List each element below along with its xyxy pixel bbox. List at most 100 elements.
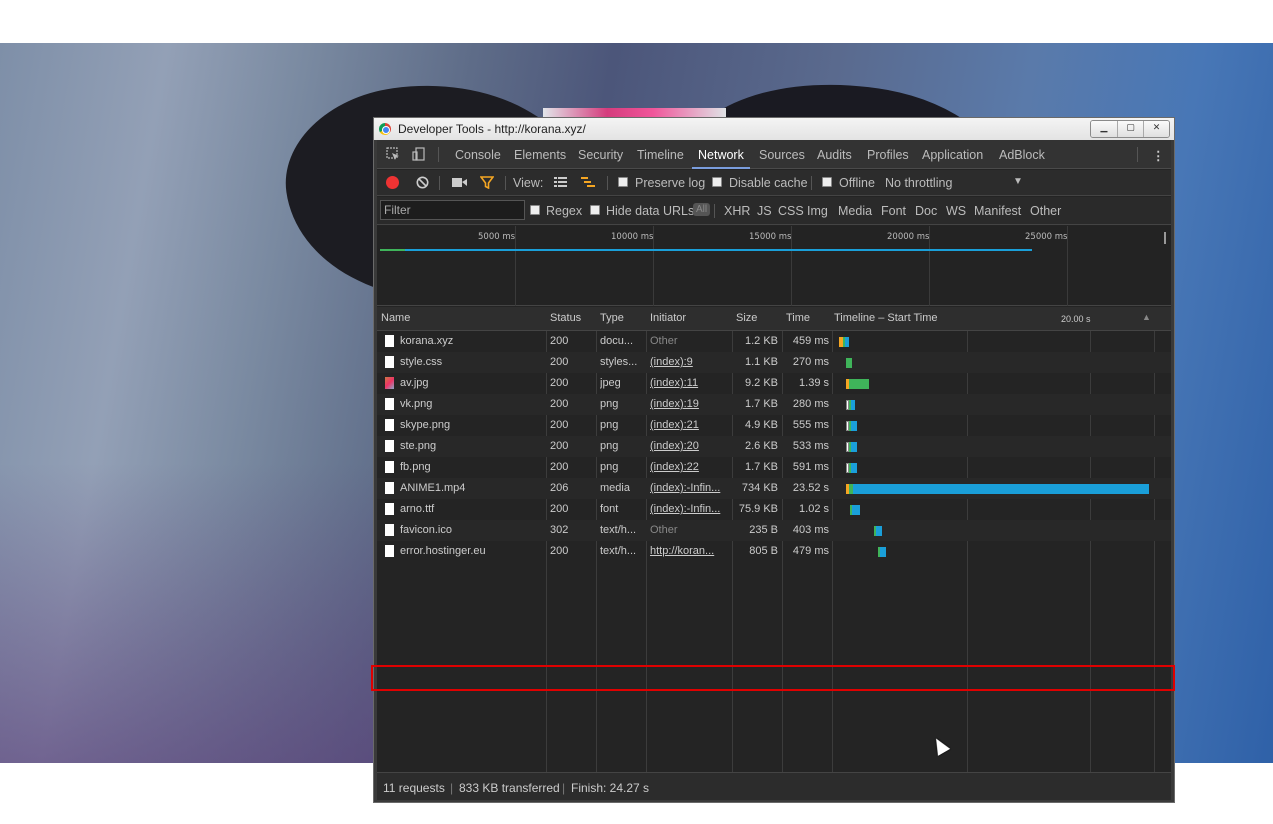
window-title: Developer Tools - http://korana.xyz/: [398, 122, 586, 136]
request-initiator[interactable]: (index):-Infin...: [650, 503, 730, 515]
overview-handle[interactable]: [1164, 232, 1166, 244]
filter-icon[interactable]: [480, 176, 494, 189]
file-icon: [385, 377, 394, 389]
tab-audits[interactable]: Audits: [817, 148, 852, 162]
filter-img[interactable]: Img: [807, 204, 828, 218]
table-row[interactable]: korana.xyz 200 docu... Other 1.2 KB 459 ms: [377, 331, 1171, 352]
network-overview[interactable]: 5000 ms 10000 ms 15000 ms 20000 ms 25000…: [377, 226, 1171, 306]
tab-elements[interactable]: Elements: [514, 148, 566, 162]
tab-sources[interactable]: Sources: [759, 148, 805, 162]
request-initiator: Other: [650, 335, 678, 347]
table-row[interactable]: fb.png 200 png (index):22 1.7 KB 591 ms: [377, 457, 1171, 478]
table-row[interactable]: favicon.ico 302 text/h... Other 235 B 403 ms: [377, 520, 1171, 541]
col-initiator[interactable]: Initiator: [650, 312, 686, 324]
col-timeline[interactable]: Timeline – Start Time: [834, 312, 938, 324]
throttling-select[interactable]: No throttling: [885, 176, 952, 190]
filter-manifest[interactable]: Manifest: [974, 204, 1021, 218]
tab-console[interactable]: Console: [455, 148, 501, 162]
request-size: 1.1 KB: [744, 356, 778, 368]
request-initiator[interactable]: (index):-Infin...: [650, 482, 730, 494]
request-size: 235 B: [749, 524, 778, 536]
hide-data-urls-checkbox[interactable]: [590, 205, 600, 215]
preserve-log-checkbox[interactable]: [618, 177, 628, 187]
minimize-button[interactable]: ▁: [1091, 121, 1117, 137]
chevron-down-icon[interactable]: ▼: [1013, 176, 1023, 187]
col-size[interactable]: Size: [736, 312, 757, 324]
regex-checkbox[interactable]: [530, 205, 540, 215]
request-size: 75.9 KB: [738, 503, 778, 515]
request-type: text/h...: [600, 545, 637, 557]
file-icon: [385, 524, 394, 536]
capture-screenshots-icon[interactable]: [452, 177, 467, 188]
timeline-tick: 20.00 s: [1061, 314, 1091, 324]
hide-data-urls-label: Hide data URLs: [606, 204, 695, 218]
table-row[interactable]: style.css 200 styles... (index):9 1.1 KB 270 …: [377, 352, 1171, 373]
tab-application[interactable]: Application: [922, 148, 983, 162]
maximize-button[interactable]: ▢: [1117, 121, 1143, 137]
filter-all-button[interactable]: All: [693, 203, 711, 216]
col-name[interactable]: Name: [381, 312, 410, 324]
close-button[interactable]: ✕: [1143, 121, 1169, 137]
filter-media[interactable]: Media: [838, 204, 872, 218]
transferred-size: 833 KB transferred: [459, 781, 560, 795]
overview-download-bar: [380, 249, 1032, 251]
tab-timeline[interactable]: Timeline: [637, 148, 684, 162]
col-status[interactable]: Status: [550, 312, 581, 324]
filter-xhr[interactable]: XHR: [724, 204, 750, 218]
filter-ws[interactable]: WS: [946, 204, 966, 218]
timeline-download-bar: [880, 547, 886, 557]
device-mode-icon[interactable]: [412, 147, 426, 161]
disable-cache-checkbox[interactable]: [712, 177, 722, 187]
filter-other[interactable]: Other: [1030, 204, 1061, 218]
timeline-download-bar: [845, 337, 849, 347]
request-initiator[interactable]: http://koran...: [650, 545, 730, 557]
request-initiator[interactable]: (index):22: [650, 461, 730, 473]
filter-input[interactable]: Filter: [380, 200, 525, 220]
request-time: 280 ms: [792, 398, 829, 410]
table-row[interactable]: vk.png 200 png (index):19 1.7 KB 280 ms: [377, 394, 1171, 415]
request-status: 206: [550, 482, 569, 494]
filter-css[interactable]: CSS: [778, 204, 804, 218]
clear-icon[interactable]: [416, 176, 429, 189]
filter-font[interactable]: Font: [881, 204, 906, 218]
table-row[interactable]: ANIME1.mp4 206 media (index):-Infin... 734 K…: [377, 478, 1171, 499]
sort-arrow-icon[interactable]: ▲: [1142, 312, 1151, 322]
col-type[interactable]: Type: [600, 312, 624, 324]
request-type: png: [600, 440, 619, 452]
request-initiator[interactable]: (index):11: [650, 377, 730, 389]
filter-doc[interactable]: Doc: [915, 204, 937, 218]
request-type: font: [600, 503, 619, 515]
tab-network[interactable]: Network: [692, 148, 750, 169]
timeline-download-bar: [851, 421, 857, 431]
table-row[interactable]: error.hostinger.eu 200 text/h... http://kor…: [377, 541, 1171, 562]
window-titlebar[interactable]: Developer Tools - http://korana.xyz/ ▁ ▢…: [374, 118, 1174, 140]
file-icon: [385, 419, 394, 431]
table-row[interactable]: ste.png 200 png (index):20 2.6 KB 533 ms: [377, 436, 1171, 457]
preserve-log-label: Preserve log: [635, 176, 706, 190]
waterfall-overview-icon[interactable]: [581, 177, 595, 188]
table-row[interactable]: av.jpg 200 jpeg (index):11 9.2 KB 1.39 s: [377, 373, 1171, 394]
chrome-icon: [379, 123, 391, 135]
request-initiator[interactable]: (index):19: [650, 398, 730, 410]
more-menu-icon[interactable]: ⋮: [1152, 148, 1165, 163]
table-row[interactable]: skype.png 200 png (index):21 4.9 KB 555 ms: [377, 415, 1171, 436]
offline-checkbox[interactable]: [822, 177, 832, 187]
table-row[interactable]: arno.ttf 200 font (index):-Infin... 75.9 KB 1…: [377, 499, 1171, 520]
request-status: 200: [550, 461, 569, 473]
request-time: 591 ms: [792, 461, 829, 473]
filter-bar: Filter Regex Hide data URLs All XHR JS C…: [377, 197, 1171, 225]
tab-adblock[interactable]: AdBlock: [999, 148, 1045, 162]
request-initiator[interactable]: (index):9: [650, 356, 730, 368]
record-icon[interactable]: [386, 176, 399, 189]
tab-profiles[interactable]: Profiles: [867, 148, 909, 162]
request-initiator[interactable]: (index):20: [650, 440, 730, 452]
filter-js[interactable]: JS: [757, 204, 772, 218]
inspect-element-icon[interactable]: [386, 147, 400, 161]
large-rows-icon[interactable]: [554, 177, 567, 188]
request-status: 200: [550, 419, 569, 431]
request-name: av.jpg: [400, 377, 429, 389]
request-initiator[interactable]: (index):21: [650, 419, 730, 431]
file-icon: [385, 503, 394, 515]
tab-security[interactable]: Security: [578, 148, 623, 162]
col-time[interactable]: Time: [786, 312, 810, 324]
